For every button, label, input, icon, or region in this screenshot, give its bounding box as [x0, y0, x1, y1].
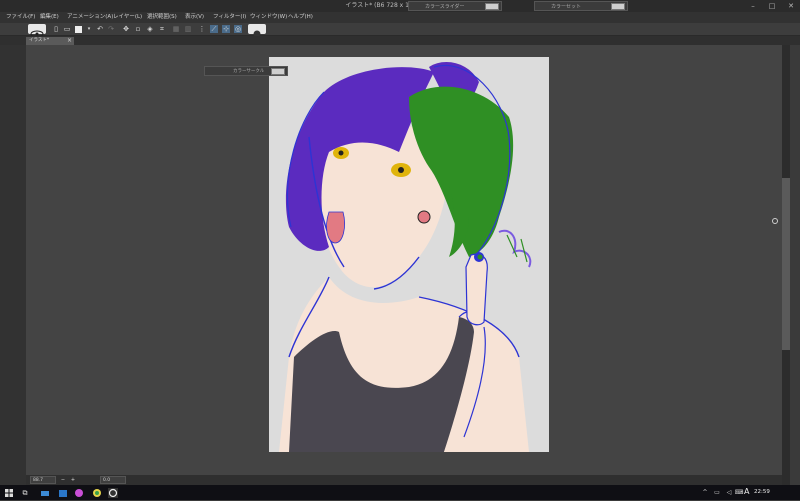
canvas-status-bar: [26, 475, 782, 485]
document-tab-label: イラスト*: [29, 38, 50, 43]
rotation-angle-field[interactable]: 0.0: [100, 476, 126, 484]
document-tab[interactable]: イラスト* ×: [26, 37, 74, 45]
menu-animation[interactable]: アニメーション(A): [67, 12, 113, 23]
floating-tab-color-set[interactable]: カラーセット: [534, 1, 628, 11]
scrollbar-thumb[interactable]: [782, 178, 790, 350]
floating-tab-label: カラーセット: [551, 4, 582, 10]
menu-edit[interactable]: 編集(E): [40, 12, 59, 23]
palette-title: カラーサークル: [233, 69, 265, 74]
menu-view[interactable]: 表示(V): [185, 12, 204, 23]
right-dock-rail: [790, 45, 800, 485]
grid-icon[interactable]: ▦: [172, 25, 180, 33]
taskbar-clock[interactable]: 22:59: [754, 488, 770, 497]
menu-file[interactable]: ファイル(F): [6, 12, 35, 23]
title-bar: イラスト* (B6 728 x 1032px 144dpi ) カラースライダー…: [0, 0, 800, 12]
windows-taskbar: ⧉ ^ ▭ ◁ ⌨: [0, 485, 800, 500]
windows-logo-icon[interactable]: [4, 488, 14, 498]
zoom-out-icon[interactable]: −: [60, 476, 66, 483]
store-icon[interactable]: [58, 488, 68, 498]
zoom-in-icon[interactable]: +: [70, 476, 76, 483]
palette-menu-button[interactable]: [485, 3, 499, 10]
app-icon-2[interactable]: [92, 488, 102, 498]
assets-button[interactable]: [248, 24, 266, 38]
menu-filter[interactable]: フィルター(I): [213, 12, 246, 23]
transform-icon[interactable]: ✥: [122, 25, 130, 33]
crop-icon[interactable]: ⌗: [158, 25, 166, 33]
snap-to-ruler-icon[interactable]: ⟋: [210, 25, 218, 33]
minimize-button[interactable]: –: [744, 0, 762, 12]
volume-icon[interactable]: ◁: [724, 488, 734, 498]
maximize-button[interactable]: □: [763, 0, 781, 12]
explorer-icon[interactable]: [40, 488, 50, 498]
artwork-canvas[interactable]: [269, 57, 549, 452]
zoom-level-field[interactable]: 88.7: [30, 476, 56, 484]
floating-tab-color-slider[interactable]: カラースライダー: [408, 1, 502, 11]
new-file-icon[interactable]: ▯: [52, 25, 60, 33]
app-icon-1[interactable]: [74, 488, 84, 498]
task-view-icon[interactable]: ⧉: [20, 488, 30, 498]
palette-menu-button[interactable]: [271, 68, 285, 75]
illustration: [279, 62, 532, 452]
palette-menu-button[interactable]: [611, 3, 625, 10]
menu-help[interactable]: ヘルプ(H): [288, 12, 313, 23]
open-file-icon[interactable]: ▭: [63, 25, 71, 33]
chevron-up-icon[interactable]: ^: [700, 488, 710, 498]
clip-studio-icon[interactable]: [108, 488, 118, 498]
close-icon[interactable]: ×: [67, 37, 72, 45]
floating-tab-label: カラースライダー: [425, 4, 465, 10]
command-bar: ▯ ▭ ▾ ↶ ↷ ✥ ▫ ◈ ⌗ ▦ ▥ ⋮ ⟋ ⊹ ◎: [0, 23, 800, 38]
snap-to-special-ruler-icon[interactable]: ◎: [234, 25, 242, 33]
close-button[interactable]: ✕: [782, 0, 800, 12]
ruler-icon[interactable]: ▥: [184, 25, 192, 33]
network-icon[interactable]: ▭: [712, 488, 722, 498]
left-dock-rail: [0, 45, 27, 485]
ime-mode-indicator[interactable]: A: [744, 487, 749, 497]
window-title: イラスト* (B6 728 x 1032px 144dpi ): [345, 2, 455, 9]
input-indicator-icon[interactable]: ⌨: [734, 488, 744, 498]
menu-window[interactable]: ウィンドウ(W): [250, 12, 287, 23]
menu-layer[interactable]: レイヤー(L): [113, 12, 142, 23]
redo-icon[interactable]: ↷: [107, 25, 115, 33]
clip-studio-button[interactable]: [28, 24, 46, 38]
menu-bar: ファイル(F) 編集(E) アニメーション(A) レイヤー(L) 選択範囲(S)…: [0, 12, 800, 23]
clear-icon[interactable]: ▫: [134, 25, 142, 33]
fill-icon[interactable]: ◈: [146, 25, 154, 33]
rotate-handle-icon[interactable]: [772, 218, 778, 224]
snap-to-grid-icon[interactable]: ⊹: [222, 25, 230, 33]
menu-selection[interactable]: 選択範囲(S): [147, 12, 177, 23]
color-wheel-palette-header[interactable]: カラーサークル: [204, 66, 288, 76]
document-tab-bar: イラスト* ×: [0, 36, 800, 45]
save-icon[interactable]: [75, 26, 82, 33]
chevron-down-icon[interactable]: ▾: [85, 25, 93, 33]
snap-icon[interactable]: ⋮: [198, 25, 206, 33]
undo-icon[interactable]: ↶: [96, 25, 104, 33]
